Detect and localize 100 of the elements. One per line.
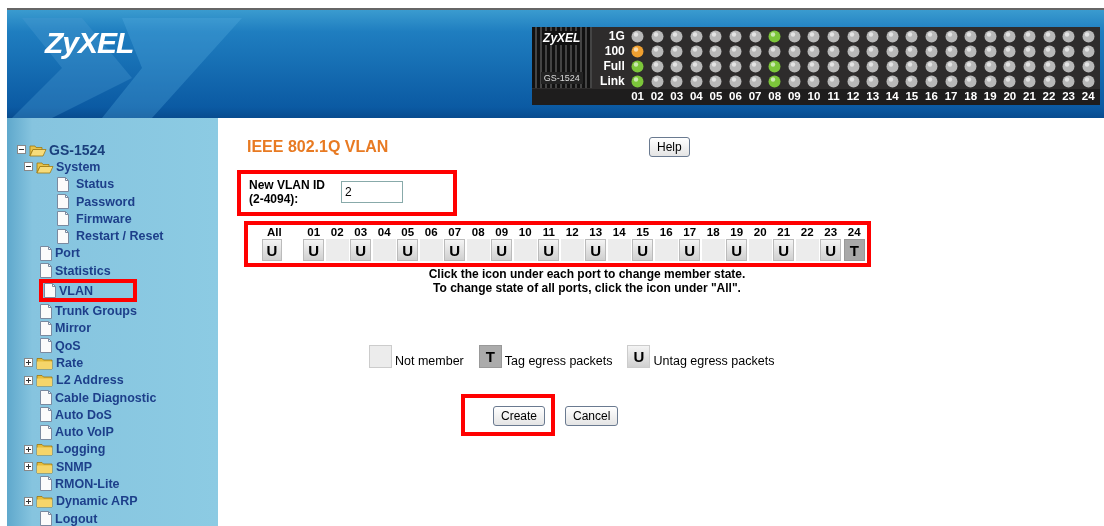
page-icon — [56, 228, 70, 244]
port-number: 11 — [826, 89, 841, 104]
nav-item[interactable]: Status — [76, 177, 115, 192]
nav-item[interactable]: QoS — [55, 338, 81, 353]
port-label: 07 — [448, 225, 462, 239]
untag-toggle[interactable]: U — [820, 239, 842, 261]
untag-toggle[interactable]: U — [397, 239, 419, 261]
page-icon — [56, 211, 70, 227]
port-label: 11 — [542, 225, 555, 239]
port-number: 18 — [963, 89, 979, 104]
device-logo: ZyXEL — [543, 31, 581, 45]
port-number: 24 — [1080, 89, 1096, 104]
port-label: 05 — [401, 225, 415, 239]
untag-toggle[interactable]: U — [632, 239, 654, 261]
tag-toggle[interactable]: T — [843, 239, 865, 261]
nav-item[interactable]: Port — [55, 246, 80, 261]
nav-item[interactable]: Firmware — [76, 211, 132, 226]
untag-toggle[interactable]: U — [262, 239, 282, 261]
untag-toggle[interactable]: U — [538, 239, 560, 261]
untag-toggle[interactable]: U — [773, 239, 795, 261]
nav-item[interactable]: Logging — [56, 442, 106, 457]
nav-item[interactable]: Auto DoS — [55, 407, 112, 422]
nav-item[interactable]: Mirror — [55, 321, 92, 336]
port-number: 23 — [1061, 89, 1076, 104]
port-number: 13 — [865, 89, 881, 104]
nav-item[interactable]: Rate — [56, 355, 84, 370]
port-label: 12 — [565, 225, 579, 239]
port-number: 19 — [982, 89, 998, 104]
cancel-button[interactable]: Cancel — [565, 406, 619, 426]
page-title: IEEE 802.1Q VLAN — [247, 138, 390, 156]
led-label: Full — [602, 59, 626, 74]
port-number: 06 — [728, 89, 743, 104]
port-label: 06 — [424, 225, 438, 239]
nav-item[interactable]: Dynamic ARP — [56, 494, 138, 509]
page-icon — [43, 283, 57, 299]
port-label: 09 — [495, 225, 509, 239]
port-number: 17 — [943, 89, 959, 104]
instruction-text: Click the icon under each port to change member state. — [427, 267, 747, 281]
untag-toggle[interactable]: U — [350, 239, 372, 261]
help-button[interactable]: Help — [649, 137, 690, 157]
folder-icon — [36, 459, 54, 474]
expand-icon[interactable] — [24, 462, 36, 472]
nav-item[interactable]: Statistics — [55, 263, 111, 278]
expand-icon[interactable] — [24, 375, 36, 385]
port-number: 12 — [845, 89, 861, 104]
port-label: 24 — [847, 225, 861, 239]
port-label: 02 — [330, 225, 344, 239]
expand-icon[interactable] — [24, 496, 36, 506]
port-number: 14 — [884, 89, 900, 104]
nav-item[interactable]: SNMP — [56, 459, 93, 474]
expand-icon[interactable] — [24, 358, 36, 368]
port-number: 16 — [924, 89, 939, 104]
port-label: 14 — [612, 225, 626, 239]
tag-swatch: T — [478, 345, 502, 368]
untag-toggle[interactable]: U — [444, 239, 466, 261]
nav-item[interactable]: System — [56, 159, 101, 174]
port-label: 22 — [800, 225, 814, 239]
folder-icon — [36, 442, 54, 457]
folder-icon — [36, 355, 54, 370]
page-icon — [39, 320, 53, 336]
nav-item[interactable]: VLAN — [59, 283, 94, 298]
folder-icon — [36, 494, 54, 509]
expand-icon[interactable] — [24, 444, 36, 454]
untag-toggle[interactable]: U — [491, 239, 513, 261]
collapse-icon[interactable] — [24, 162, 36, 172]
port-number: 04 — [688, 89, 704, 104]
page-icon — [39, 263, 53, 279]
port-number: 02 — [649, 89, 665, 104]
nav-item[interactable]: Auto VoIP — [55, 425, 114, 440]
nav-item[interactable]: Logout — [55, 511, 98, 526]
untag-toggle[interactable]: U — [679, 239, 701, 261]
port-number: 15 — [904, 89, 920, 104]
port-label: 01 — [307, 225, 321, 239]
nav-item[interactable]: Password — [76, 194, 136, 209]
port-number: 07 — [747, 89, 763, 104]
nav-item[interactable]: Trunk Groups — [55, 304, 137, 318]
collapse-icon[interactable] — [17, 145, 29, 155]
untag-swatch: U — [627, 345, 651, 368]
vlan-id-field[interactable]: 2 — [341, 181, 403, 203]
nav-item[interactable]: RMON-Lite — [55, 477, 120, 491]
page-icon — [39, 338, 53, 354]
field-label: New VLAN ID — [249, 178, 326, 192]
create-button[interactable]: Create — [493, 406, 546, 426]
page-icon — [39, 390, 53, 405]
untag-toggle[interactable]: U — [585, 239, 607, 261]
untag-toggle[interactable]: U — [303, 239, 325, 261]
nav-item[interactable]: Cable Diagnostic — [55, 390, 157, 405]
open-folder-icon — [36, 159, 54, 174]
legend-label: Untag egress packets — [653, 354, 775, 368]
page-icon — [39, 511, 53, 526]
port-label: 17 — [683, 225, 697, 239]
port-number: 21 — [1022, 89, 1037, 104]
nav-item[interactable]: L2 Address — [56, 373, 124, 388]
port-label: All — [267, 225, 282, 239]
untag-toggle[interactable]: U — [726, 239, 748, 261]
nav-item[interactable]: Restart / Reset — [76, 229, 164, 244]
port-number: 01 — [630, 89, 645, 104]
folder-icon — [36, 373, 54, 388]
nav-item[interactable]: GS-1524 — [49, 141, 106, 158]
page-icon — [56, 176, 70, 192]
